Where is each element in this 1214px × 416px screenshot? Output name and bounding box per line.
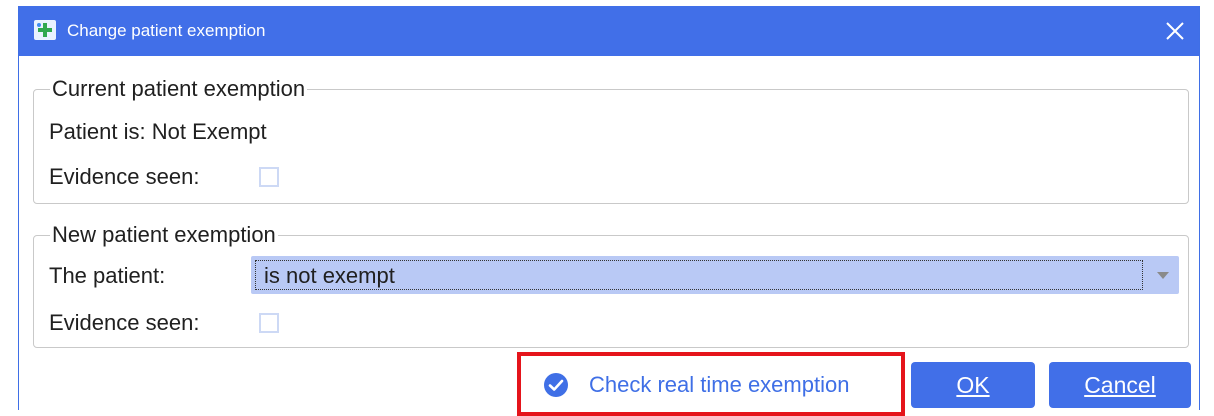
current-evidence-label: Evidence seen: — [49, 164, 200, 189]
current-exemption-legend: Current patient exemption — [52, 76, 306, 101]
dropdown-button[interactable] — [1147, 256, 1179, 294]
close-icon — [1166, 22, 1184, 40]
close-button[interactable] — [1159, 15, 1191, 47]
new-exemption-legend: New patient exemption — [52, 222, 276, 247]
check-real-time-exemption-label: Check real time exemption — [589, 372, 850, 397]
select-focus-outline: is not exempt — [255, 260, 1143, 290]
chevron-down-icon — [1157, 272, 1169, 279]
change-patient-exemption-dialog: Change patient exemption Current patient… — [18, 6, 1200, 416]
app-icon — [34, 20, 56, 40]
new-evidence-label: Evidence seen: — [49, 310, 200, 335]
ok-button[interactable]: OK — [911, 362, 1035, 408]
title-bar: Change patient exemption — [19, 6, 1199, 56]
window-title: Change patient exemption — [67, 21, 266, 40]
patient-exemption-select-value: is not exempt — [264, 263, 395, 288]
patient-exemption-select[interactable]: is not exempt — [251, 256, 1179, 294]
patient-status-text: Patient is: Not Exempt — [49, 119, 267, 144]
current-evidence-checkbox[interactable] — [259, 167, 279, 187]
patient-label: The patient: — [49, 263, 166, 288]
check-circle-icon — [543, 372, 569, 398]
new-evidence-checkbox[interactable] — [259, 313, 279, 333]
check-real-time-exemption-button[interactable]: Check real time exemption — [517, 352, 905, 416]
cancel-button[interactable]: Cancel — [1049, 362, 1191, 408]
